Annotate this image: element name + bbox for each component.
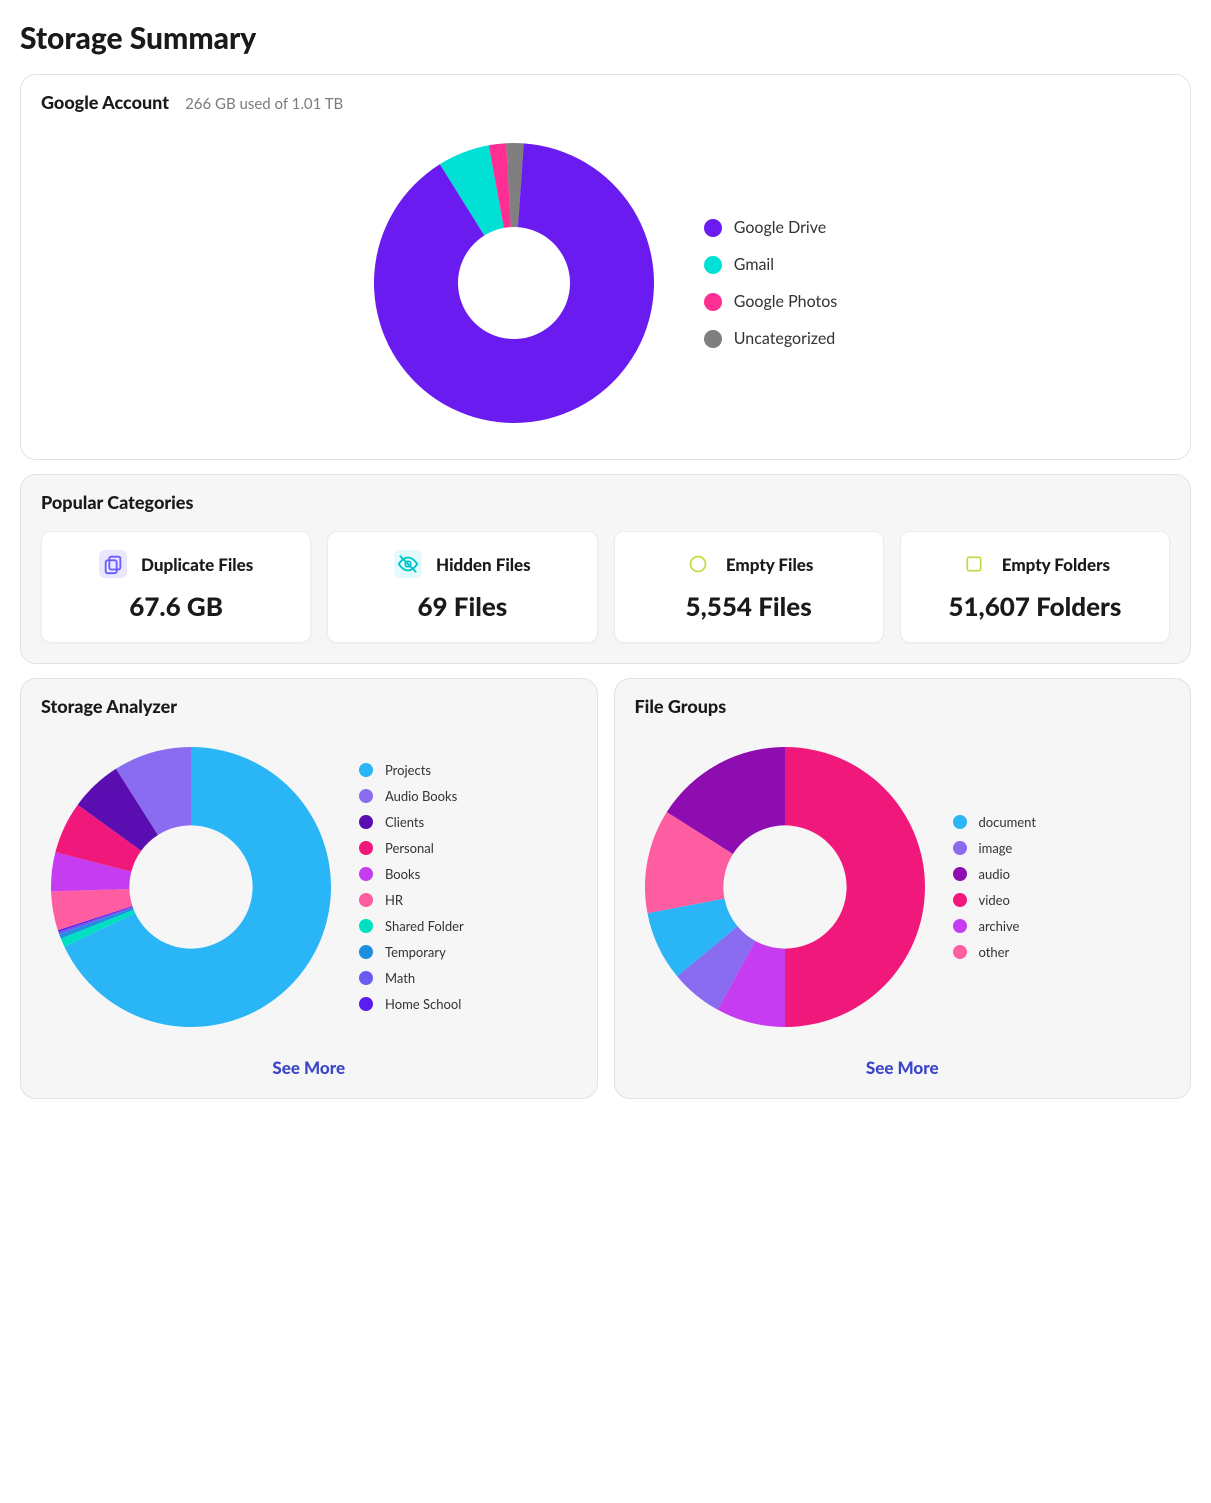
legend-item: Google Photos [704, 292, 837, 311]
legend-label: Shared Folder [385, 918, 464, 934]
legend-swatch [359, 867, 373, 881]
category-value: 69 Files [342, 590, 582, 622]
page-title: Storage Summary [20, 20, 1191, 56]
legend-label: Google Drive [734, 218, 826, 237]
category-card[interactable]: Duplicate Files 67.6 GB [41, 531, 311, 643]
legend-item: video [953, 892, 1037, 908]
empty-folder-icon [960, 550, 988, 578]
category-card[interactable]: Empty Folders 51,607 Folders [900, 531, 1170, 643]
legend-swatch [953, 841, 967, 855]
legend-swatch [359, 841, 373, 855]
groups-donut-chart [645, 747, 925, 1027]
legend-swatch [359, 789, 373, 803]
legend-label: Books [385, 866, 420, 882]
legend-item: image [953, 840, 1037, 856]
legend-swatch [953, 815, 967, 829]
legend-item: Uncategorized [704, 329, 837, 348]
legend-label: Personal [385, 840, 434, 856]
legend-swatch [704, 293, 722, 311]
legend-swatch [359, 971, 373, 985]
category-card[interactable]: Empty Files 5,554 Files [614, 531, 884, 643]
account-title: Google Account [41, 91, 169, 113]
legend-swatch [359, 919, 373, 933]
legend-item: Audio Books [359, 788, 464, 804]
legend-swatch [953, 867, 967, 881]
legend-swatch [359, 763, 373, 777]
analyzer-legend: Projects Audio Books Clients Personal Books H… [359, 762, 464, 1012]
category-value: 5,554 Files [629, 590, 869, 622]
groups-title: File Groups [635, 695, 1171, 717]
legend-item: Books [359, 866, 464, 882]
legend-label: Uncategorized [734, 329, 836, 348]
storage-analyzer-card: Storage Analyzer Projects Audio Books Clie… [20, 678, 598, 1099]
legend-label: Math [385, 970, 415, 986]
legend-swatch [704, 219, 722, 237]
category-name: Duplicate Files [141, 554, 253, 575]
legend-item: Projects [359, 762, 464, 778]
groups-see-more-button[interactable]: See More [635, 1047, 1171, 1082]
legend-label: video [979, 892, 1010, 908]
file-groups-card: File Groups document image audio video archi… [614, 678, 1192, 1099]
legend-swatch [953, 893, 967, 907]
category-value: 67.6 GB [56, 590, 296, 622]
legend-swatch [359, 815, 373, 829]
popular-cards-row: Duplicate Files 67.6 GB Hidden Files 69 Fil… [41, 531, 1170, 643]
legend-item: audio [953, 866, 1037, 882]
legend-item: Math [359, 970, 464, 986]
legend-label: Gmail [734, 255, 774, 274]
legend-swatch [704, 330, 722, 348]
legend-item: Clients [359, 814, 464, 830]
legend-label: Clients [385, 814, 424, 830]
legend-label: archive [979, 918, 1020, 934]
legend-swatch [359, 997, 373, 1011]
analyzer-see-more-button[interactable]: See More [41, 1047, 577, 1082]
category-card[interactable]: Hidden Files 69 Files [327, 531, 597, 643]
category-name: Empty Folders [1002, 554, 1110, 575]
account-donut-chart [374, 143, 654, 423]
legend-swatch [359, 893, 373, 907]
legend-swatch [359, 945, 373, 959]
legend-label: audio [979, 866, 1010, 882]
legend-label: HR [385, 892, 403, 908]
legend-item: Home School [359, 996, 464, 1012]
empty-file-icon [684, 550, 712, 578]
duplicate-icon [99, 550, 127, 578]
legend-item: other [953, 944, 1037, 960]
legend-item: archive [953, 918, 1037, 934]
legend-item: Gmail [704, 255, 837, 274]
legend-item: Shared Folder [359, 918, 464, 934]
legend-swatch [953, 919, 967, 933]
legend-label: document [979, 814, 1037, 830]
legend-label: Audio Books [385, 788, 457, 804]
legend-label: Projects [385, 762, 431, 778]
popular-title: Popular Categories [41, 491, 1170, 513]
analyzer-donut-chart [51, 747, 331, 1027]
legend-item: Temporary [359, 944, 464, 960]
account-usage: 266 GB used of 1.01 TB [185, 95, 343, 113]
analyzer-title: Storage Analyzer [41, 695, 577, 717]
category-name: Hidden Files [436, 554, 531, 575]
legend-label: other [979, 944, 1010, 960]
legend-label: image [979, 840, 1013, 856]
legend-label: Temporary [385, 944, 446, 960]
legend-swatch [704, 256, 722, 274]
account-card: Google Account 266 GB used of 1.01 TB Go… [20, 74, 1191, 460]
hidden-icon [394, 550, 422, 578]
legend-label: Google Photos [734, 292, 837, 311]
popular-categories-card: Popular Categories Duplicate Files 67.6 G… [20, 474, 1191, 664]
legend-item: Personal [359, 840, 464, 856]
account-legend: Google Drive Gmail Google Photos Uncategori… [704, 218, 837, 348]
category-value: 51,607 Folders [915, 590, 1155, 622]
chart-segment [785, 747, 925, 1027]
legend-swatch [953, 945, 967, 959]
legend-item: document [953, 814, 1037, 830]
groups-legend: document image audio video archive other [953, 814, 1037, 960]
legend-item: Google Drive [704, 218, 837, 237]
legend-item: HR [359, 892, 464, 908]
legend-label: Home School [385, 996, 461, 1012]
category-name: Empty Files [726, 554, 814, 575]
